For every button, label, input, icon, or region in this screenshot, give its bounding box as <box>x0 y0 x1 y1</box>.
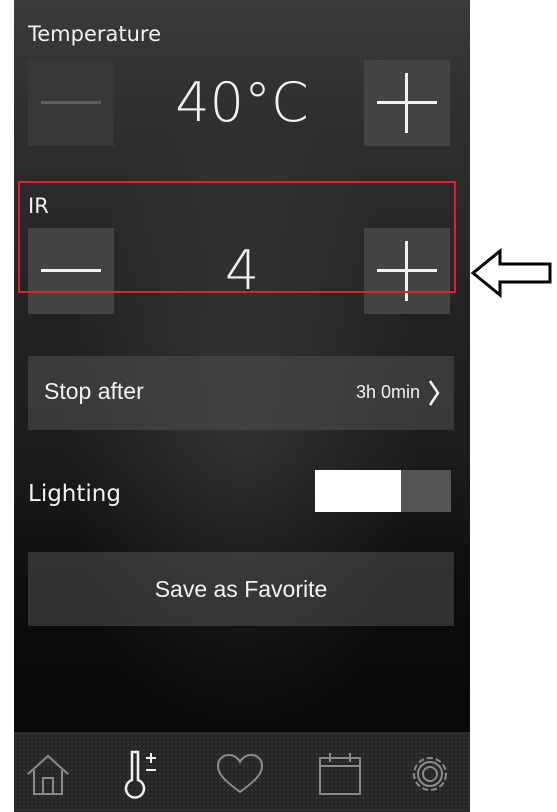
ir-highlight-box <box>18 181 456 293</box>
bottom-tab-bar <box>14 732 470 812</box>
stop-after-button[interactable]: Stop after 3h 0min <box>28 356 454 430</box>
temperature-increase-button[interactable] <box>364 60 450 146</box>
plus-icon <box>377 73 437 133</box>
thermometer-plus-icon <box>124 750 156 799</box>
tab-settings[interactable] <box>400 746 460 802</box>
tab-home[interactable] <box>18 746 78 802</box>
left-arrow-icon <box>470 247 552 299</box>
lighting-toggle[interactable] <box>315 470 451 512</box>
temperature-decrease-button[interactable] <box>28 60 114 146</box>
tab-schedule[interactable] <box>310 746 370 802</box>
temperature-label: Temperature <box>28 22 162 46</box>
sauna-control-screen: Temperature 40°C IR 4 Stop after 3h 0min… <box>14 0 470 812</box>
save-favorite-button[interactable]: Save as Favorite <box>28 552 454 626</box>
lighting-label: Lighting <box>28 481 121 507</box>
temperature-value: 40°C <box>175 71 309 134</box>
tab-favorites[interactable] <box>210 746 270 802</box>
tab-temperature[interactable] <box>110 746 170 802</box>
chevron-right-icon <box>428 380 440 406</box>
stop-after-label: Stop after <box>44 378 144 404</box>
heart-icon <box>216 753 264 794</box>
lighting-toggle-knob <box>315 470 401 512</box>
calendar-icon <box>319 753 361 795</box>
home-icon <box>27 754 69 795</box>
gear-icon <box>413 757 447 791</box>
save-favorite-label: Save as Favorite <box>154 576 328 602</box>
minus-icon <box>41 101 101 104</box>
stop-after-value: 3h 0min <box>355 382 420 402</box>
